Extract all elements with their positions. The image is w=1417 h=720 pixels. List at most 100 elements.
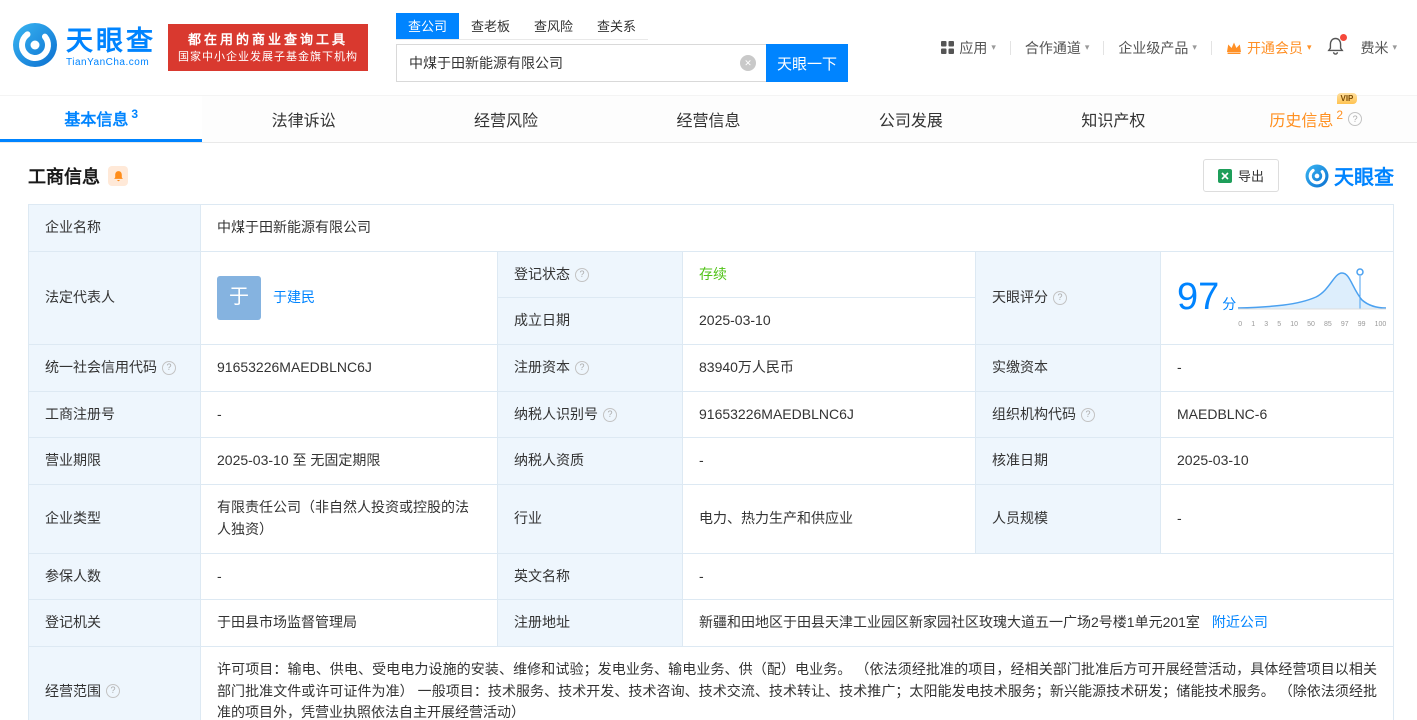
business-scope-label: 经营范围 ? [28, 645, 201, 720]
clear-icon[interactable]: ✕ [740, 55, 756, 71]
establish-date-value: 2025-03-10 [682, 297, 976, 346]
address-label: 注册地址 [497, 599, 683, 647]
help-icon[interactable]: ? [162, 360, 176, 375]
approval-date-label: 核准日期 [975, 437, 1161, 486]
crown-icon [1226, 41, 1242, 54]
insured-count-label: 参保人数 [28, 552, 201, 601]
nav-user[interactable]: 费米 ▾ [1360, 38, 1397, 58]
divider [1009, 40, 1011, 55]
english-name-label: 英文名称 [497, 552, 683, 601]
tab-company-development[interactable]: 公司发展 [810, 96, 1012, 142]
search-tab-boss[interactable]: 查老板 [459, 13, 522, 39]
nav-enterprise[interactable]: 企业级产品 ▾ [1118, 38, 1197, 58]
nav-open-vip[interactable]: 开通会员 ▾ [1226, 38, 1312, 58]
credit-code-value: 91653226MAEDBLNC6J [200, 344, 498, 392]
tianyancha-watermark: 天眼查 [1305, 161, 1394, 190]
business-term-label: 营业期限 [28, 437, 201, 486]
search-tabs: 查公司 查老板 查风险 查关系 [396, 13, 648, 40]
nav-apps[interactable]: 应用 ▾ [941, 38, 996, 58]
table-row: 工商注册号 - 纳税人识别号 ? 91653226MAEDBLNC6J 组织机构… [28, 390, 1394, 439]
avatar[interactable]: 于 [217, 275, 261, 320]
taxpayer-id-value: 91653226MAEDBLNC6J [682, 390, 976, 439]
notification-bell-icon[interactable] [1327, 34, 1348, 58]
help-icon[interactable]: ? [575, 267, 589, 282]
reg-number-value: - [200, 390, 498, 439]
help-icon[interactable]: ? [575, 360, 589, 375]
tianyancha-logo[interactable]: 天眼查 TianYanCha.com [12, 22, 156, 73]
promo-line2: 国家中小企业发展子基金旗下机构 [178, 50, 358, 63]
logo-domain: TianYanCha.com [66, 56, 150, 68]
company-name-value: 中煤于田新能源有限公司 [200, 204, 1394, 252]
table-row: 法定代表人 于 于建民 登记状态 ? 存续 天眼评分 ? 97 分 0 1 3 … [28, 250, 1394, 346]
tab-legal-proceedings[interactable]: 法律诉讼 [202, 96, 404, 142]
search-tab-relation[interactable]: 查关系 [585, 13, 648, 39]
table-row: 统一社会信用代码 ? 91653226MAEDBLNC6J 注册资本 ? 839… [28, 344, 1394, 392]
chevron-down-icon: ▾ [1392, 42, 1397, 52]
table-row: 登记机关 于田县市场监督管理局 注册地址 新疆和田地区于田县天津工业园区新家园社… [28, 599, 1394, 647]
reg-status-label: 登记状态 ? [497, 250, 683, 299]
divider [1210, 40, 1212, 55]
export-button[interactable]: 导出 [1202, 159, 1279, 192]
nearby-companies-link[interactable]: 附近公司 [1212, 614, 1268, 630]
help-icon[interactable]: ? [1081, 407, 1095, 422]
help-icon[interactable]: ? [603, 407, 617, 422]
legal-rep-link[interactable]: 于建民 [273, 287, 315, 309]
search-button[interactable]: 天眼一下 [766, 44, 848, 82]
address-value: 新疆和田地区于田县天津工业园区新家园社区玫瑰大道五一广场2号楼1单元201室 [699, 614, 1200, 631]
logo-name: 天眼查 [66, 26, 156, 57]
table-row: 企业名称 中煤于田新能源有限公司 [28, 204, 1394, 252]
registry-label: 登记机关 [28, 599, 201, 647]
score-cell: 97 分 01 35 10 50 85 97 99 100 [1160, 250, 1394, 346]
search-input[interactable] [396, 44, 766, 82]
taxpayer-quality-value: - [682, 437, 976, 486]
help-icon[interactable]: ? [1348, 112, 1363, 126]
watermark-text: 天眼查 [1334, 167, 1394, 189]
business-scope-value: 许可项目：输电、供电、受电电力设施的安装、维修和试验；发电业务、输电业务、供（配… [200, 645, 1394, 720]
tab-basic-info[interactable]: 基本信息 3 [0, 96, 203, 142]
address-cell: 新疆和田地区于田县天津工业园区新家园社区玫瑰大道五一广场2号楼1单元201室 附… [682, 599, 1394, 647]
insured-count-value: - [200, 552, 498, 601]
reg-capital-label: 注册资本 ? [497, 344, 683, 392]
tab-operating-risk[interactable]: 经营风险 [405, 96, 607, 142]
taxpayer-quality-label: 纳税人资质 [497, 437, 683, 486]
english-name-value: - [682, 552, 1394, 601]
staff-size-label: 人员规模 [975, 484, 1161, 554]
vip-badge: VIP [1336, 93, 1358, 104]
apps-grid-icon [941, 41, 955, 54]
tab-history-info[interactable]: 历史信息 VIP 2 ? [1215, 93, 1417, 142]
monitor-bell-icon[interactable] [108, 165, 128, 186]
nav-partner[interactable]: 合作通道 ▾ [1025, 38, 1090, 58]
promo-line1: 都在用的商业查询工具 [187, 32, 348, 48]
reg-number-label: 工商注册号 [28, 390, 201, 439]
legal-rep-label: 法定代表人 [28, 250, 201, 346]
tab-intellectual-property[interactable]: 知识产权 [1012, 96, 1214, 142]
tab-business-info[interactable]: 经营信息 [607, 96, 809, 142]
tab-count: 2 [1336, 108, 1344, 122]
business-info-table: 企业名称 中煤于田新能源有限公司 法定代表人 于 于建民 登记状态 ? 存续 天… [28, 204, 1394, 720]
tianyan-score: 97 分 [1177, 276, 1237, 319]
help-icon[interactable]: ? [1053, 290, 1067, 305]
help-icon[interactable]: ? [106, 684, 120, 699]
industry-value: 电力、热力生产和供应业 [682, 484, 976, 554]
staff-size-value: - [1160, 484, 1394, 554]
paid-capital-value: - [1160, 344, 1394, 392]
paid-capital-label: 实缴资本 [975, 344, 1161, 392]
table-row: 营业期限 2025-03-10 至 无固定期限 纳税人资质 - 核准日期 202… [28, 437, 1394, 486]
search-tab-risk[interactable]: 查风险 [522, 13, 585, 39]
score-axis: 01 35 10 50 85 97 99 100 [1238, 320, 1387, 328]
reg-capital-value: 83940万人民币 [682, 344, 976, 392]
reg-status-value: 存续 [682, 250, 976, 299]
top-header: 天眼查 TianYanCha.com 都在用的商业查询工具 国家中小企业发展子基… [0, 0, 1417, 95]
excel-icon [1217, 168, 1232, 183]
tab-count: 3 [131, 106, 139, 121]
org-code-label: 组织机构代码 ? [975, 390, 1161, 439]
company-type-label: 企业类型 [28, 484, 201, 554]
establish-date-label: 成立日期 [497, 297, 683, 346]
chevron-down-icon: ▾ [1306, 42, 1312, 52]
search-tab-company[interactable]: 查公司 [396, 13, 459, 39]
legal-rep-cell: 于 于建民 [200, 250, 498, 346]
table-row: 参保人数 - 英文名称 - [28, 552, 1394, 601]
company-type-value: 有限责任公司（非自然人投资或控股的法人独资） [200, 484, 498, 554]
chevron-down-icon: ▾ [991, 42, 996, 52]
business-term-value: 2025-03-10 至 无固定期限 [200, 437, 498, 486]
